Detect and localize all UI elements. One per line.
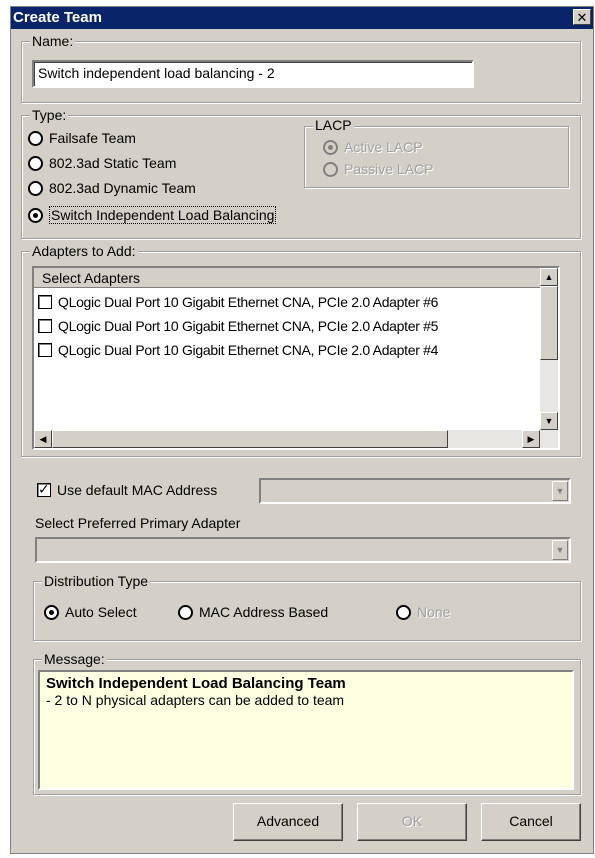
message-group: Message: Switch Independent Load Balanci… [33,651,581,795]
lacp-group-legend: LACP [313,117,354,133]
radio-failsafe-team[interactable]: Failsafe Team [28,130,136,146]
radio-label: None [417,604,451,620]
radio-indicator [28,130,43,146]
message-box: Switch Independent Load Balancing Team -… [38,670,574,790]
radio-mac-address-based[interactable]: MAC Address Based [178,604,328,620]
radio-indicator [28,180,43,196]
arrow-left-icon[interactable]: ◀ [34,430,52,448]
radio-label: Active LACP [344,139,423,155]
name-group: Name: Switch independent load balancing … [21,33,581,103]
chevron-down-icon[interactable]: ▼ [552,481,568,501]
radio-indicator [178,604,193,620]
radio-indicator [396,604,411,620]
radio-indicator [44,604,59,620]
radio-indicator [323,161,338,177]
title-bar[interactable]: Create Team ✕ [11,7,593,29]
adapter-label: QLogic Dual Port 10 Gigabit Ethernet CNA… [58,318,439,334]
preferred-primary-adapter-label: Select Preferred Primary Adapter [35,515,241,531]
radio-none[interactable]: None [396,604,450,620]
radio-indicator [323,139,338,155]
advanced-button[interactable]: Advanced [233,803,343,841]
radio-label: 802.3ad Static Team [49,155,177,171]
radio-label: Passive LACP [344,161,434,177]
adapter-list-item[interactable]: QLogic Dual Port 10 Gigabit Ethernet CNA… [38,294,438,310]
close-button[interactable]: ✕ [573,9,591,25]
adapter-checkbox[interactable] [38,295,52,309]
radio-active-lacp[interactable]: Active LACP [323,139,423,155]
checkbox-indicator [37,480,51,498]
chevron-down-icon[interactable]: ▼ [552,540,568,560]
create-team-dialog: Create Team ✕ Name: Switch independent l… [10,6,594,854]
column-header-select-adapters[interactable]: Select Adapters [34,268,540,288]
horizontal-scroll-thumb[interactable] [52,430,448,448]
adapter-list-item[interactable]: QLogic Dual Port 10 Gigabit Ethernet CNA… [38,318,438,334]
radio-switch-independent[interactable]: Switch Independent Load Balancing [28,206,277,224]
vertical-scrollbar[interactable]: ▲ ▼ [540,268,558,430]
radio-dynamic-team[interactable]: 802.3ad Dynamic Team [28,180,196,196]
lacp-group: LACP Active LACP Passive LACP [304,117,569,188]
use-default-mac-checkbox[interactable]: Use default MAC Address [37,480,218,498]
mac-address-combo[interactable]: ▼ [259,478,571,504]
message-title: Switch Independent Load Balancing Team [46,675,346,692]
adapters-list[interactable]: Select Adapters QLogic Dual Port 10 Giga… [32,266,560,450]
message-legend: Message: [42,651,107,667]
adapter-list-item[interactable]: QLogic Dual Port 10 Gigabit Ethernet CNA… [38,342,438,358]
radio-label: 802.3ad Dynamic Team [49,180,196,196]
radio-label: Switch Independent Load Balancing [49,206,277,224]
radio-passive-lacp[interactable]: Passive LACP [323,161,433,177]
horizontal-scrollbar[interactable]: ◀ ▶ [34,430,558,448]
preferred-primary-adapter-combo[interactable]: ▼ [35,537,571,563]
message-body: - 2 to N physical adapters can be added … [46,692,345,708]
radio-label: MAC Address Based [199,604,329,620]
type-group: Type: Failsafe Team 802.3ad Static Team … [21,107,581,239]
adapter-label: QLogic Dual Port 10 Gigabit Ethernet CNA… [58,342,439,358]
radio-static-team[interactable]: 802.3ad Static Team [28,155,176,171]
window-title: Create Team [13,9,102,26]
arrow-up-icon[interactable]: ▲ [540,268,558,286]
distribution-type-legend: Distribution Type [42,573,151,589]
cancel-button[interactable]: Cancel [481,803,581,841]
team-name-input[interactable]: Switch independent load balancing - 2 [32,60,474,88]
radio-label: Auto Select [65,604,137,620]
name-group-legend: Name: [30,33,76,49]
radio-auto-select[interactable]: Auto Select [44,604,137,620]
close-icon: ✕ [576,10,588,25]
adapters-group: Adapters to Add: Select Adapters QLogic … [21,243,581,457]
ok-button[interactable]: OK [357,803,467,841]
radio-indicator [28,207,43,223]
distribution-type-group: Distribution Type Auto Select MAC Addres… [33,573,581,641]
adapters-group-legend: Adapters to Add: [30,243,138,259]
radio-indicator [28,155,43,171]
vertical-scroll-thumb[interactable] [540,286,558,360]
type-group-legend: Type: [30,107,69,123]
adapter-label: QLogic Dual Port 10 Gigabit Ethernet CNA… [58,294,439,310]
adapter-checkbox[interactable] [38,319,52,333]
use-default-mac-label: Use default MAC Address [57,482,218,498]
radio-label: Failsafe Team [49,130,136,146]
adapter-checkbox[interactable] [38,343,52,357]
arrow-down-icon[interactable]: ▼ [540,412,558,430]
arrow-right-icon[interactable]: ▶ [522,430,540,448]
